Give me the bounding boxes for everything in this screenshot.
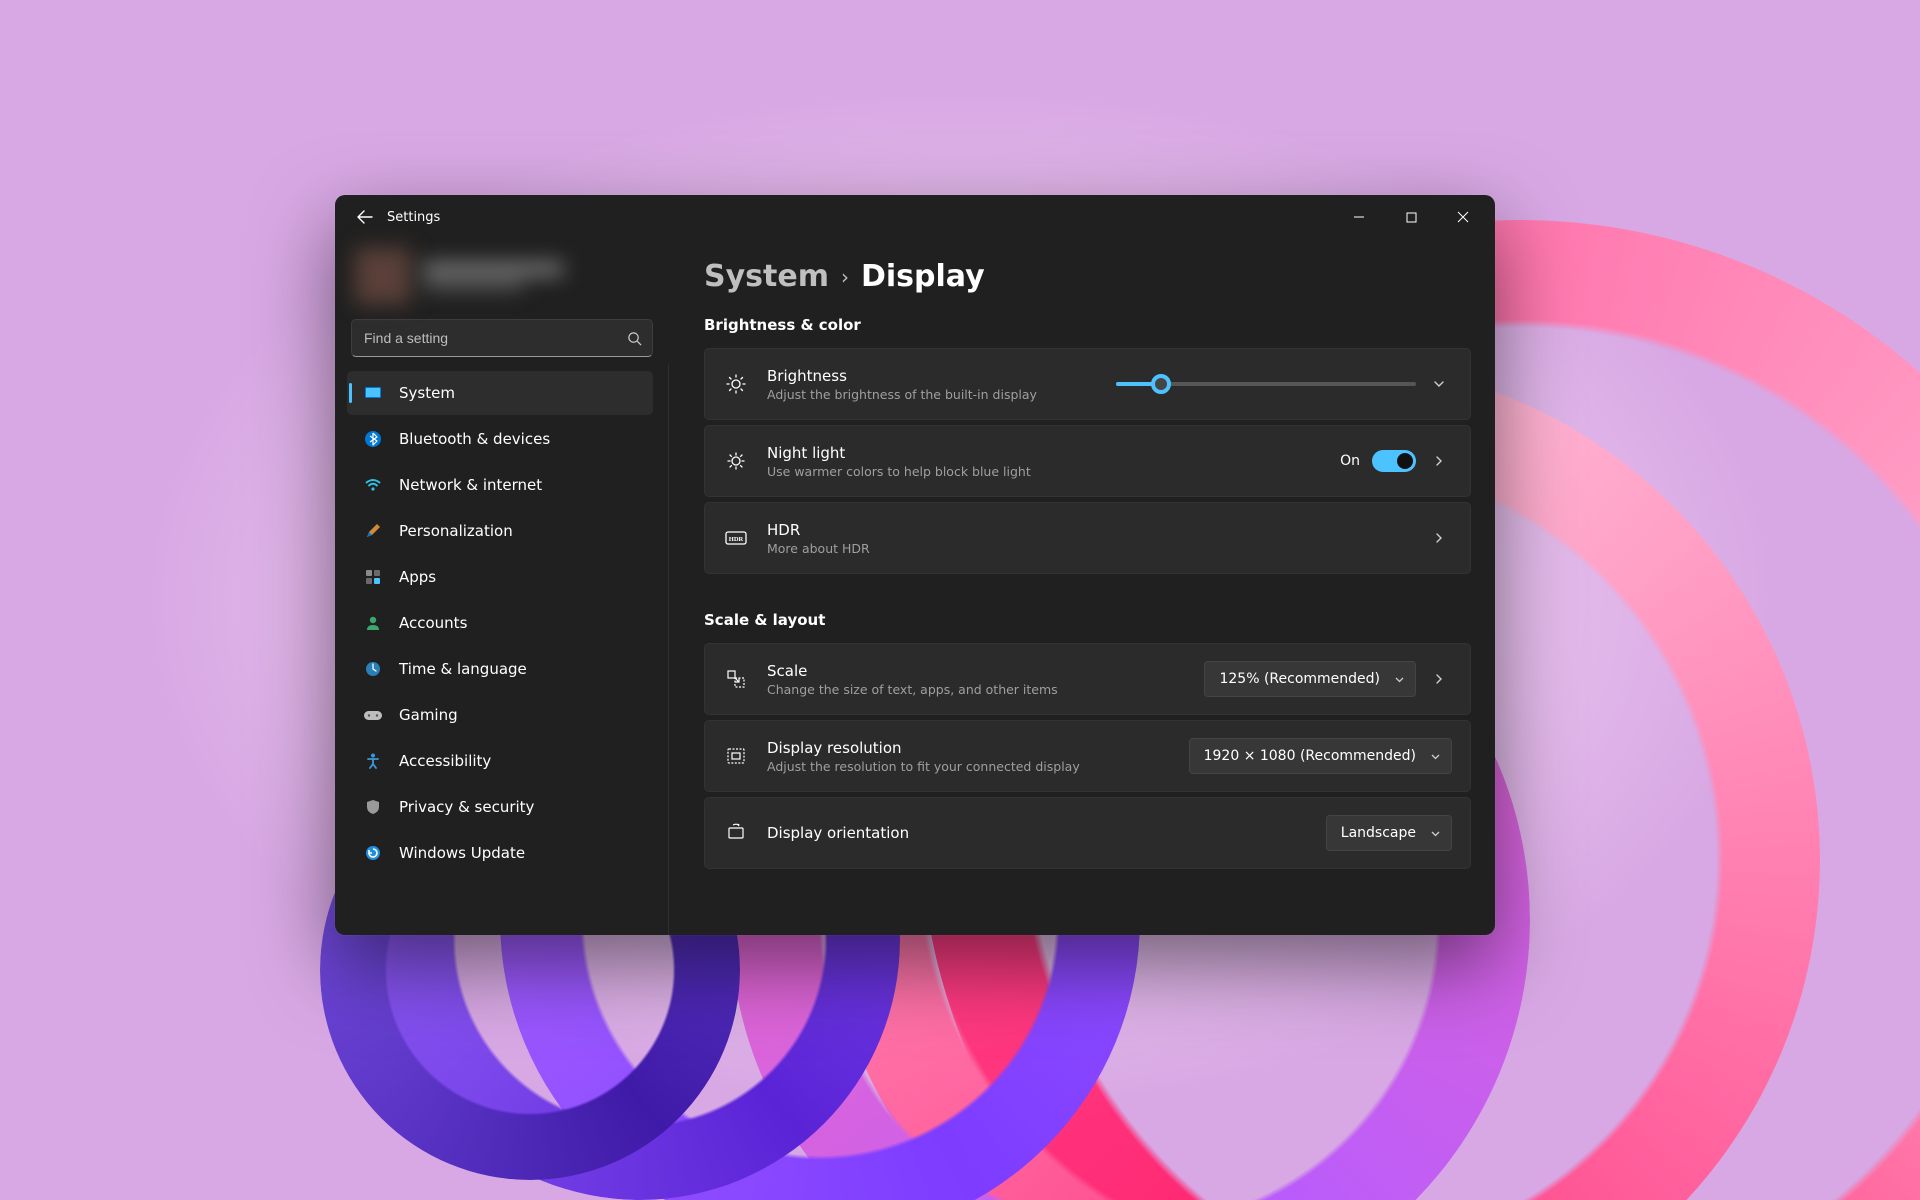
sidebar-item-apps[interactable]: Apps	[347, 555, 653, 599]
card-title: Display orientation	[767, 824, 1308, 842]
resolution-icon	[723, 746, 749, 766]
dropdown-value: 125% (Recommended)	[1219, 671, 1380, 687]
settings-window: Settings	[335, 195, 1495, 935]
card-subtitle: Adjust the resolution to fit your connec…	[767, 759, 1171, 774]
card-subtitle: Adjust the brightness of the built-in di…	[767, 387, 1098, 402]
sidebar-item-gaming[interactable]: Gaming	[347, 693, 653, 737]
sidebar-item-label: Network & internet	[399, 476, 542, 494]
display-icon	[363, 383, 383, 403]
sidebar: System Bluetooth & devices Network & int…	[335, 239, 670, 935]
globe-clock-icon	[363, 659, 383, 679]
close-button[interactable]	[1437, 198, 1489, 236]
sidebar-item-label: Time & language	[399, 660, 527, 678]
orientation-dropdown[interactable]: Landscape	[1326, 815, 1452, 851]
sidebar-item-label: Apps	[399, 568, 436, 586]
card-orientation[interactable]: Display orientation Landscape	[704, 797, 1471, 869]
sidebar-nav: System Bluetooth & devices Network & int…	[347, 371, 657, 875]
sidebar-item-label: Accessibility	[399, 752, 491, 770]
brightness-icon	[723, 374, 749, 394]
card-subtitle: Change the size of text, apps, and other…	[767, 682, 1186, 697]
card-night-light[interactable]: Night light Use warmer colors to help bl…	[704, 425, 1471, 497]
chevron-right-icon[interactable]	[1432, 531, 1452, 545]
scale-icon	[723, 669, 749, 689]
sidebar-item-label: Accounts	[399, 614, 467, 632]
shield-icon	[363, 797, 383, 817]
card-subtitle: More about HDR	[767, 541, 1414, 556]
resolution-dropdown[interactable]: 1920 × 1080 (Recommended)	[1189, 738, 1452, 774]
card-title: HDR	[767, 521, 1414, 539]
card-title: Scale	[767, 662, 1186, 680]
hdr-icon: HDR	[723, 530, 749, 546]
sidebar-item-privacy[interactable]: Privacy & security	[347, 785, 653, 829]
sidebar-item-accounts[interactable]: Accounts	[347, 601, 653, 645]
orientation-icon	[723, 823, 749, 843]
chevron-down-icon[interactable]	[1432, 377, 1452, 391]
content-pane: System › Display Brightness & color Brig…	[670, 239, 1495, 935]
toggle-state-label: On	[1340, 453, 1360, 469]
maximize-button[interactable]	[1385, 198, 1437, 236]
accessibility-icon	[363, 751, 383, 771]
night-light-toggle[interactable]: On	[1340, 450, 1416, 472]
person-icon	[363, 613, 383, 633]
gamepad-icon	[363, 705, 383, 725]
sidebar-item-label: Privacy & security	[399, 798, 534, 816]
titlebar: Settings	[335, 195, 1495, 239]
sidebar-item-personalization[interactable]: Personalization	[347, 509, 653, 553]
sidebar-item-network[interactable]: Network & internet	[347, 463, 653, 507]
update-icon	[363, 843, 383, 863]
brightness-slider[interactable]	[1116, 373, 1416, 395]
breadcrumb-leaf: Display	[861, 259, 985, 294]
card-scale[interactable]: Scale Change the size of text, apps, and…	[704, 643, 1471, 715]
chevron-right-icon[interactable]	[1432, 672, 1452, 686]
sidebar-item-windows-update[interactable]: Windows Update	[347, 831, 653, 875]
card-subtitle: Use warmer colors to help block blue lig…	[767, 464, 1322, 479]
bluetooth-icon	[363, 429, 383, 449]
section-brightness-color: Brightness & color	[704, 316, 1471, 334]
svg-text:HDR: HDR	[729, 536, 744, 543]
scale-dropdown[interactable]: 125% (Recommended)	[1204, 661, 1416, 697]
maximize-icon	[1406, 212, 1417, 223]
chevron-right-icon[interactable]	[1432, 454, 1452, 468]
search-input[interactable]	[364, 330, 627, 346]
breadcrumb: System › Display	[704, 259, 1471, 294]
card-title: Night light	[767, 444, 1322, 462]
back-button[interactable]	[349, 201, 381, 233]
search-icon	[627, 331, 642, 346]
sidebar-item-label: Bluetooth & devices	[399, 430, 550, 448]
avatar	[355, 248, 411, 304]
arrow-left-icon	[357, 209, 373, 225]
card-brightness[interactable]: Brightness Adjust the brightness of the …	[704, 348, 1471, 420]
breadcrumb-root[interactable]: System	[704, 259, 829, 294]
minimize-icon	[1353, 211, 1365, 223]
chevron-right-icon: ›	[841, 265, 849, 289]
sidebar-item-accessibility[interactable]: Accessibility	[347, 739, 653, 783]
wifi-icon	[363, 475, 383, 495]
chevron-down-icon	[1394, 674, 1405, 685]
sidebar-item-label: Windows Update	[399, 844, 525, 862]
dropdown-value: 1920 × 1080 (Recommended)	[1204, 748, 1416, 764]
apps-icon	[363, 567, 383, 587]
card-title: Brightness	[767, 367, 1098, 385]
card-title: Display resolution	[767, 739, 1171, 757]
night-light-icon	[723, 451, 749, 471]
sidebar-item-label: Gaming	[399, 706, 458, 724]
sidebar-item-label: System	[399, 384, 455, 402]
paintbrush-icon	[363, 521, 383, 541]
section-scale-layout: Scale & layout	[704, 611, 1471, 629]
sidebar-item-bluetooth[interactable]: Bluetooth & devices	[347, 417, 653, 461]
dropdown-value: Landscape	[1341, 825, 1416, 841]
sidebar-item-label: Personalization	[399, 522, 513, 540]
sidebar-item-system[interactable]: System	[347, 371, 653, 415]
window-title: Settings	[387, 210, 440, 225]
user-profile[interactable]	[347, 239, 657, 313]
sidebar-item-time-language[interactable]: Time & language	[347, 647, 653, 691]
minimize-button[interactable]	[1333, 198, 1385, 236]
close-icon	[1457, 211, 1469, 223]
toggle-switch[interactable]	[1372, 450, 1416, 472]
card-resolution[interactable]: Display resolution Adjust the resolution…	[704, 720, 1471, 792]
card-hdr[interactable]: HDR HDR More about HDR	[704, 502, 1471, 574]
search-box[interactable]	[351, 319, 653, 357]
chevron-down-icon	[1430, 751, 1441, 762]
chevron-down-icon	[1430, 828, 1441, 839]
